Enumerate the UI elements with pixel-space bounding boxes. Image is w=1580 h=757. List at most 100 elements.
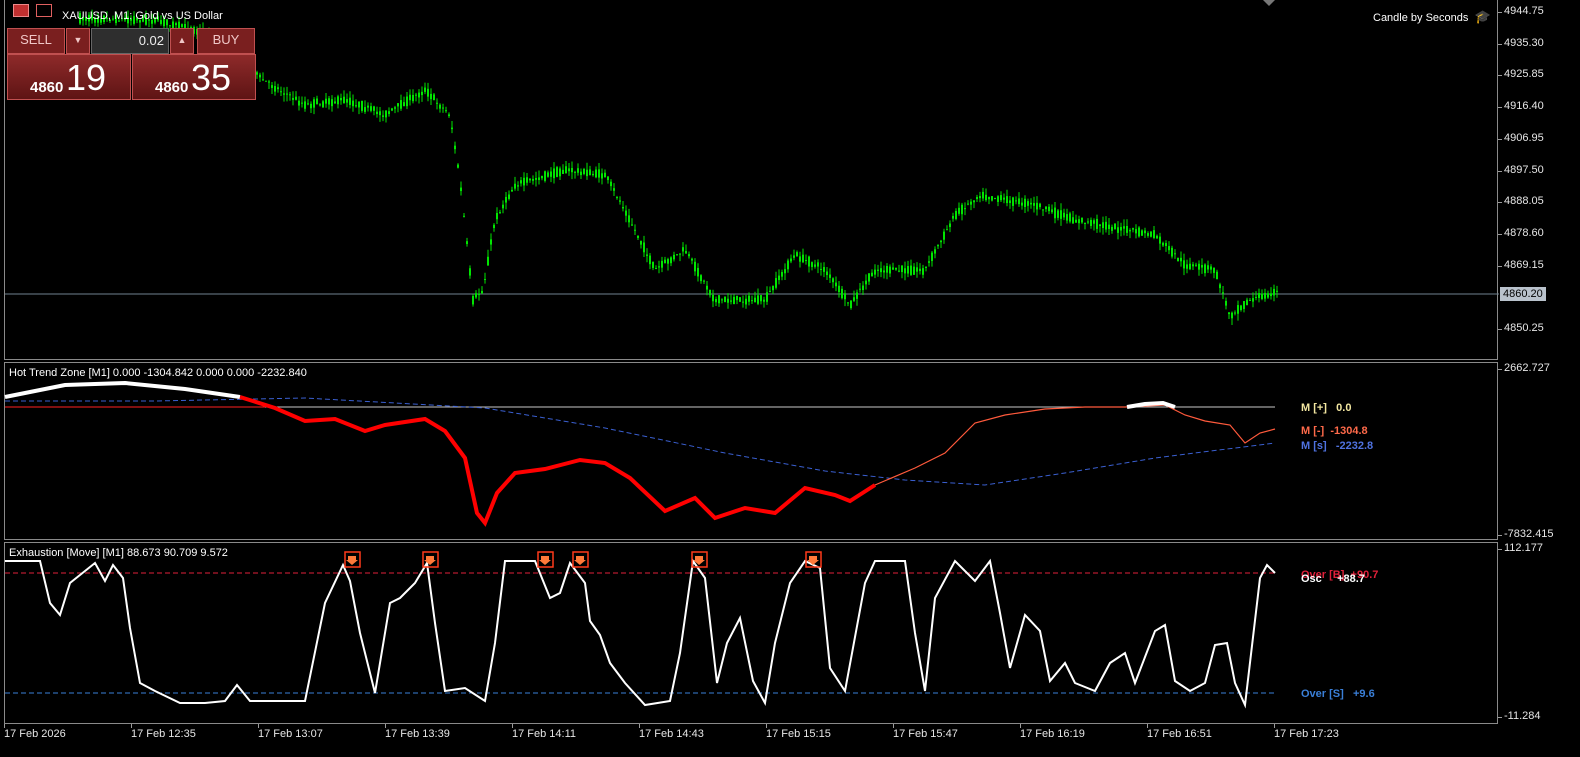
time-tick: 17 Feb 17:23 — [1274, 724, 1339, 740]
candle-body — [442, 107, 444, 109]
candle-body — [1177, 257, 1179, 261]
candle-body — [484, 279, 486, 281]
candle-body — [1153, 230, 1155, 238]
candle-body — [778, 275, 780, 281]
candle-body — [1078, 219, 1080, 224]
indicator-badge[interactable]: Candle by Seconds 🎓 — [1373, 9, 1491, 25]
candle-body — [1171, 247, 1173, 257]
candle-body — [283, 93, 285, 95]
hot-trend-zone-pane[interactable]: Hot Trend Zone [M1] 0.000 -1304.842 0.00… — [4, 362, 1498, 540]
candle-body — [931, 252, 933, 262]
candle-body — [1117, 227, 1119, 233]
candle-body — [955, 210, 957, 219]
candle-body — [841, 288, 843, 299]
candle-body — [991, 196, 993, 201]
candle-body — [1081, 217, 1083, 223]
candle-body — [739, 297, 741, 302]
candle-body — [1243, 301, 1245, 309]
candle-body — [649, 255, 651, 265]
candle-body — [853, 297, 855, 301]
candle-body — [637, 235, 639, 238]
time-axis[interactable]: 17 Feb 2026 17 Feb 12:35 17 Feb 13:07 17… — [0, 724, 1580, 757]
candle-body — [1132, 228, 1134, 230]
candle-body — [832, 278, 834, 283]
candle-body — [334, 101, 336, 104]
one-click-trading-panel: SELL ▼ 0.02 ▲ BUY 4860 19 4860 35 — [7, 28, 256, 100]
candle-body — [682, 247, 684, 252]
candle-body — [1240, 305, 1242, 311]
candle-body — [1273, 288, 1275, 296]
candle-body — [940, 240, 942, 243]
candle-body — [1051, 209, 1053, 213]
candle-body — [1228, 312, 1230, 315]
candle-body — [547, 172, 549, 177]
candle-body — [988, 197, 990, 200]
sell-button[interactable]: SELL — [7, 28, 65, 54]
bid-quote-button[interactable]: 4860 19 — [7, 54, 131, 100]
candle-body — [1006, 196, 1008, 204]
candle-body — [619, 200, 621, 202]
candle-body — [406, 96, 408, 107]
menu-icon[interactable] — [13, 4, 29, 17]
exhaustion-pane[interactable]: Exhaustion [Move] [M1] 88.673 90.709 9.5… — [4, 542, 1498, 724]
candle-body — [589, 169, 591, 176]
candle-body — [1072, 217, 1074, 224]
htz-plus-segment — [4, 380, 241, 399]
htz-axis-top: 2662.727 — [1498, 362, 1550, 374]
candle-body — [574, 171, 576, 173]
collapse-arrow-icon[interactable] — [1263, 0, 1275, 6]
candle-body — [316, 98, 318, 105]
volume-input[interactable]: 0.02 — [91, 28, 169, 54]
candle-body — [727, 298, 729, 303]
candle-body — [706, 285, 708, 290]
candle-body — [541, 175, 543, 179]
time-tick: 17 Feb 12:35 — [131, 724, 196, 740]
candle-body — [622, 207, 624, 209]
price-axis[interactable]: 4944.75 4935.30 4925.85 4916.40 4906.95 … — [1498, 0, 1580, 724]
candle-body — [1276, 290, 1278, 292]
candle-body — [1015, 200, 1017, 202]
candle-body — [385, 110, 387, 118]
candle-body — [373, 106, 375, 111]
candle-body — [1060, 210, 1062, 219]
candle-body — [553, 168, 555, 179]
candle-body — [1246, 299, 1248, 306]
symbol-icons[interactable] — [13, 4, 53, 17]
candle-body — [538, 177, 540, 181]
candle-body — [271, 85, 273, 88]
candle-body — [973, 200, 975, 203]
candle-body — [1138, 227, 1140, 237]
candle-body — [691, 258, 693, 261]
candle-body — [451, 127, 453, 130]
window-icon[interactable] — [36, 4, 53, 17]
candle-body — [958, 207, 960, 214]
candle-body — [616, 197, 618, 199]
candle-body — [181, 24, 183, 27]
candle-body — [724, 296, 726, 303]
candle-body — [1180, 257, 1182, 262]
candle-body — [523, 177, 525, 186]
candle-body — [469, 268, 471, 276]
candle-body — [1039, 203, 1041, 208]
buy-button[interactable]: BUY — [197, 28, 255, 54]
candle-body — [598, 169, 600, 178]
candle-body — [577, 168, 579, 173]
candle-body — [655, 268, 657, 270]
candle-body — [889, 266, 891, 274]
candle-body — [697, 267, 699, 277]
symbol-title: XAUUSD, M1: Gold vs US Dollar — [62, 10, 223, 22]
candle-body — [1030, 202, 1032, 205]
candle-body — [925, 266, 927, 268]
candle-body — [1261, 293, 1263, 300]
volume-up-button[interactable]: ▲ — [170, 28, 194, 54]
candle-body — [892, 267, 894, 270]
htz-legend-plus-value: 0.0 — [1336, 402, 1352, 414]
htz-legend-s-label: M [s] — [1301, 440, 1327, 452]
ask-quote-button[interactable]: 4860 35 — [132, 54, 256, 100]
volume-down-button[interactable]: ▼ — [66, 28, 90, 54]
exh-osc-legend: Osc +88.7 — [1301, 573, 1365, 585]
candle-body — [886, 265, 888, 273]
candle-body — [331, 99, 333, 107]
candle-body — [883, 270, 885, 273]
candle-body — [1162, 242, 1164, 246]
